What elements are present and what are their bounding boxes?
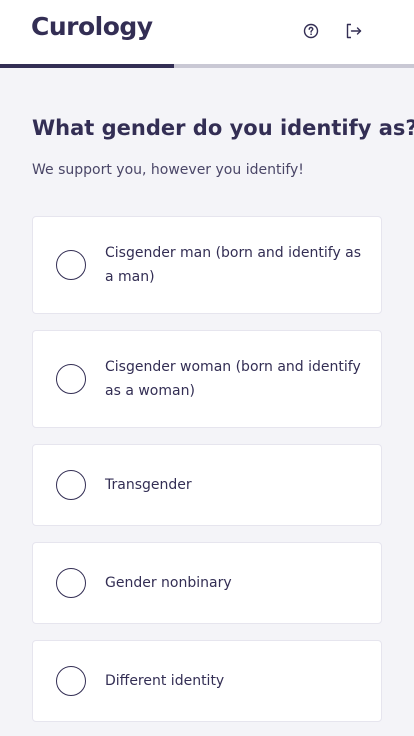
radio-button[interactable] <box>56 666 86 696</box>
question-subtitle: We support you, however you identify! <box>32 162 304 178</box>
option-transgender[interactable]: Transgender <box>32 444 382 526</box>
option-gender-nonbinary[interactable]: Gender nonbinary <box>32 542 382 624</box>
question-title: What gender do you identify as? <box>32 116 414 140</box>
radio-button[interactable] <box>56 250 86 280</box>
radio-button[interactable] <box>56 470 86 500</box>
curology-logo[interactable]: Curology <box>31 12 153 41</box>
option-cisgender-woman[interactable]: Cisgender woman (born and identify as a … <box>32 330 382 428</box>
radio-button[interactable] <box>56 568 86 598</box>
option-label: Gender nonbinary <box>105 575 232 591</box>
app-header: Curology <box>0 0 414 64</box>
option-different-identity[interactable]: Different identity <box>32 640 382 722</box>
progress-bar <box>0 64 414 68</box>
radio-button[interactable] <box>56 364 86 394</box>
option-label: Different identity <box>105 673 225 689</box>
logout-icon[interactable] <box>343 20 365 42</box>
option-cisgender-man[interactable]: Cisgender man (born and identify as a ma… <box>32 216 382 314</box>
option-label: Cisgender man (born and identify as a ma… <box>105 245 362 285</box>
option-label: Transgender <box>105 477 192 493</box>
option-label: Cisgender woman (born and identify as a … <box>105 359 361 399</box>
progress-bar-fill <box>0 64 174 68</box>
help-circle-icon[interactable] <box>300 20 322 42</box>
